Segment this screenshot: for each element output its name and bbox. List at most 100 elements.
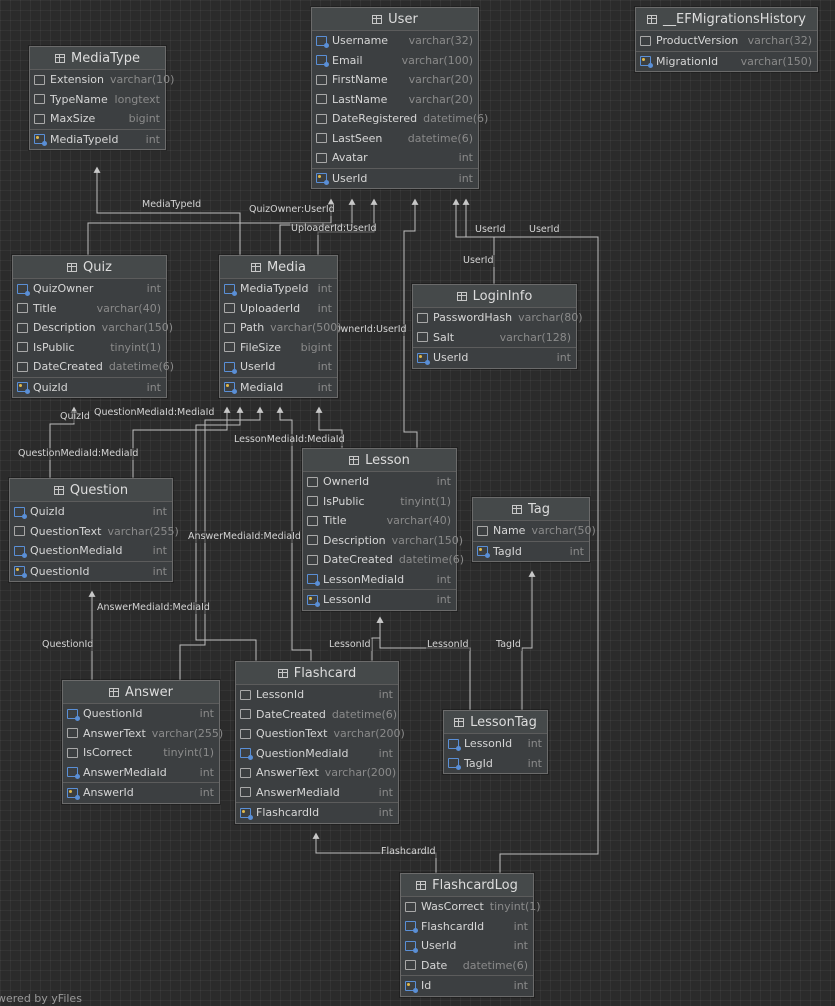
column-type: datetime(6)	[462, 958, 528, 972]
column-row[interactable]: UserId int	[401, 936, 533, 956]
column-row[interactable]: Username varchar(32)	[312, 31, 478, 51]
column-row[interactable]: Id int	[401, 975, 533, 996]
column-row[interactable]: Description varchar(150)	[13, 318, 173, 338]
column-row[interactable]: QuizId int	[10, 502, 172, 522]
column-row[interactable]: DateCreated datetime(6)	[13, 357, 174, 377]
column-row[interactable]: QuestionMediaId int	[10, 541, 172, 561]
column-row[interactable]: QuestionText varchar(200)	[236, 724, 405, 744]
column-row[interactable]: TypeName longtext	[30, 90, 165, 110]
column-type: int	[458, 171, 473, 185]
table-answer[interactable]: Answer QuestionId int AnswerText varchar(255…	[62, 680, 223, 804]
column-row[interactable]: IsPublic tinyint(1)	[13, 338, 166, 358]
column-type: varchar(150)	[101, 321, 174, 335]
table-flashcard[interactable]: Flashcard LessonId int DateCreated datetime(…	[235, 661, 405, 824]
column-row[interactable]: LastSeen datetime(6)	[312, 129, 478, 149]
table-header[interactable]: Question	[10, 479, 172, 502]
column-row[interactable]: WasCorrect tinyint(1)	[401, 897, 541, 917]
column-row[interactable]: LessonId int	[236, 685, 398, 705]
primary-key-icon	[640, 56, 653, 69]
column-icon	[477, 525, 488, 536]
table-header[interactable]: LessonTag	[444, 711, 547, 734]
column-row[interactable]: QuestionText varchar(255)	[10, 522, 179, 542]
column-row[interactable]: UserId int	[413, 347, 576, 368]
column-name: UserId	[421, 939, 457, 953]
foreign-key-icon	[316, 55, 329, 68]
column-row[interactable]: MediaTypeId int	[30, 128, 165, 150]
column-row[interactable]: Title varchar(40)	[303, 511, 456, 531]
column-row[interactable]: TagId int	[473, 540, 589, 562]
column-row[interactable]: LessonMediaId int	[303, 570, 456, 590]
column-row[interactable]: QuestionId int	[10, 560, 172, 582]
table-media[interactable]: Media MediaTypeId int UploaderId int Path varc…	[219, 255, 342, 398]
column-row[interactable]: MediaId int	[220, 376, 337, 398]
column-icon	[417, 332, 428, 343]
table-header[interactable]: Media	[220, 256, 337, 279]
column-row[interactable]: FlashcardId int	[401, 917, 533, 937]
column-row[interactable]: DateRegistered datetime(6)	[312, 109, 488, 129]
column-row[interactable]: LessonId int	[444, 734, 547, 754]
column-row[interactable]: AnswerText varchar(200)	[236, 763, 398, 783]
table-header[interactable]: FlashcardLog	[401, 874, 533, 897]
column-row[interactable]: QuizId int	[13, 376, 166, 398]
column-row[interactable]: Avatar int	[312, 148, 478, 168]
column-row[interactable]: QuizOwner int	[13, 279, 166, 299]
column-row[interactable]: AnswerText varchar(255)	[63, 724, 223, 744]
column-row[interactable]: Date datetime(6)	[401, 956, 533, 976]
column-row[interactable]: IsPublic tinyint(1)	[303, 492, 456, 512]
table-header[interactable]: Flashcard	[236, 662, 398, 685]
table-user[interactable]: User Username varchar(32) Email varchar(100)…	[311, 7, 488, 189]
table-tag[interactable]: Tag Name varchar(50) TagId int	[472, 497, 596, 562]
table-lessontag[interactable]: LessonTag LessonId int TagId int	[443, 710, 548, 774]
column-row[interactable]: TagId int	[444, 754, 547, 774]
column-row[interactable]: AnswerId int	[63, 782, 219, 803]
column-row[interactable]: Title varchar(40)	[13, 299, 166, 319]
column-row[interactable]: UserId int	[312, 167, 478, 189]
table-name: Quiz	[83, 259, 112, 275]
column-row[interactable]: FirstName varchar(20)	[312, 70, 478, 90]
table-header[interactable]: Quiz	[13, 256, 166, 279]
column-row[interactable]: Salt varchar(128)	[413, 328, 576, 348]
column-row[interactable]: UploaderId int	[220, 299, 337, 319]
column-row[interactable]: UserId int	[220, 357, 337, 377]
column-row[interactable]: IsCorrect tinyint(1)	[63, 743, 219, 763]
table-header[interactable]: Answer	[63, 681, 219, 704]
column-row[interactable]: Description varchar(150)	[303, 531, 463, 551]
column-row[interactable]: PasswordHash varchar(80)	[413, 308, 583, 328]
column-row[interactable]: OwnerId int	[303, 472, 456, 492]
table-lesson[interactable]: Lesson OwnerId int IsPublic tinyint(1) Title v…	[302, 448, 464, 611]
column-row[interactable]: ProductVersion varchar(32)	[636, 31, 817, 51]
table-efmigrationshistory[interactable]: __EFMigrationsHistory ProductVersion varch…	[635, 7, 818, 72]
column-row[interactable]: DateCreated datetime(6)	[236, 705, 398, 725]
table-header[interactable]: User	[312, 8, 478, 31]
column-row[interactable]: FlashcardId int	[236, 802, 398, 823]
column-row[interactable]: LessonId int	[303, 589, 456, 610]
table-header[interactable]: LoginInfo	[413, 285, 576, 308]
table-name: User	[388, 11, 418, 27]
foreign-key-icon	[224, 361, 237, 374]
column-row[interactable]: Email varchar(100)	[312, 51, 478, 71]
column-row[interactable]: AnswerMediaId int	[236, 783, 398, 803]
column-row[interactable]: DateCreated datetime(6)	[303, 550, 464, 570]
table-flashcardlog[interactable]: FlashcardLog WasCorrect tinyint(1) Flashcar…	[400, 873, 541, 997]
column-row[interactable]: AnswerMediaId int	[63, 763, 219, 783]
column-row[interactable]: Extension varchar(10)	[30, 70, 174, 90]
column-row[interactable]: QuestionId int	[63, 704, 219, 724]
table-header[interactable]: __EFMigrationsHistory	[636, 8, 817, 31]
column-name: ProductVersion	[656, 34, 739, 48]
table-header[interactable]: Lesson	[303, 449, 456, 472]
table-question[interactable]: Question QuizId int QuestionText varchar(255…	[9, 478, 179, 582]
column-row[interactable]: Path varchar(500)	[220, 318, 342, 338]
column-row[interactable]: MediaTypeId int	[220, 279, 337, 299]
table-header[interactable]: MediaType	[30, 47, 165, 70]
table-logininfo[interactable]: LoginInfo PasswordHash varchar(80) Salt varc…	[412, 284, 583, 369]
column-row[interactable]: FileSize bigint	[220, 338, 337, 358]
column-row[interactable]: MigrationId varchar(150)	[636, 50, 817, 72]
edge-label: LessonId	[426, 639, 470, 651]
table-quiz[interactable]: Quiz QuizOwner int Title varchar(40) Descript…	[12, 255, 174, 398]
column-row[interactable]: LastName varchar(20)	[312, 90, 478, 110]
table-mediatype[interactable]: MediaType Extension varchar(10) TypeName lon…	[29, 46, 174, 150]
column-row[interactable]: MaxSize bigint	[30, 109, 165, 129]
column-row[interactable]: Name varchar(50)	[473, 521, 596, 541]
table-header[interactable]: Tag	[473, 498, 589, 521]
column-row[interactable]: QuestionMediaId int	[236, 744, 398, 764]
